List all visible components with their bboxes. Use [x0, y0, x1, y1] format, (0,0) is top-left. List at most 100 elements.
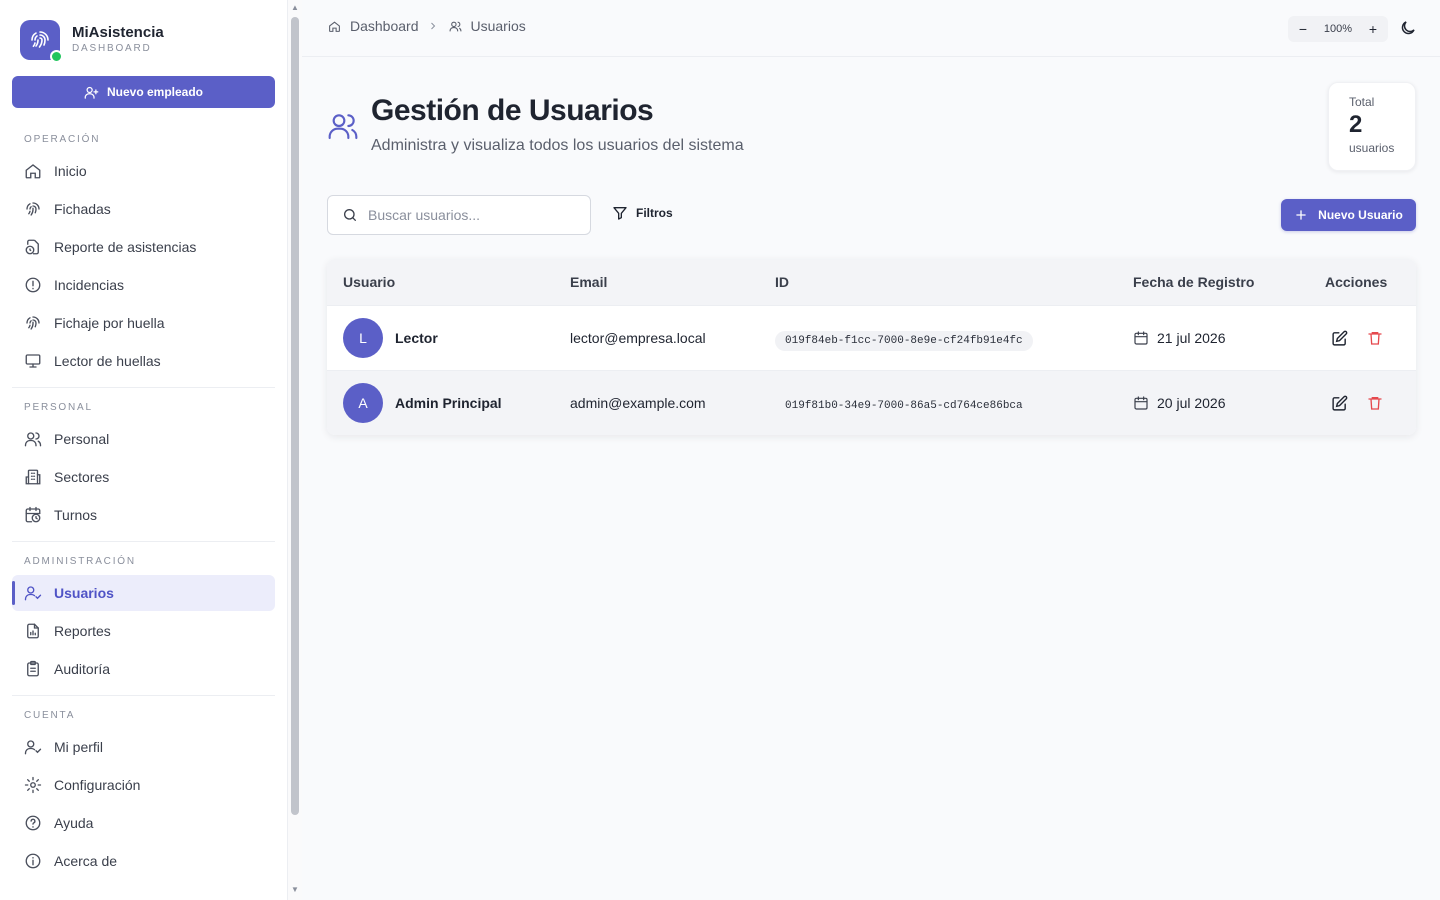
- plus-icon: [1296, 210, 1306, 220]
- calendar-clock-icon: [24, 506, 42, 524]
- new-employee-button[interactable]: Nuevo empleado: [12, 76, 275, 108]
- brand-name: MiAsistencia: [72, 24, 164, 41]
- sidebar-item-label: Turnos: [54, 507, 98, 523]
- sidebar-item-label: Fichaje por huella: [54, 315, 165, 331]
- brand-subtitle: DASHBOARD: [72, 43, 152, 54]
- fingerprint-icon: [24, 314, 42, 332]
- sidebar-item-label: Reporte de asistencias: [54, 239, 197, 255]
- edit-icon: [1331, 395, 1347, 411]
- table-row[interactable]: A Admin Principal admin@example.com 019f…: [327, 370, 1416, 435]
- moon-icon: [1401, 21, 1415, 35]
- sidebar-item-reportes[interactable]: Reportes: [12, 613, 275, 649]
- sidebar-item-auditoria[interactable]: Auditoría: [12, 651, 275, 687]
- sidebar-item-mi-perfil[interactable]: Mi perfil: [12, 729, 275, 765]
- building-icon: [24, 468, 42, 486]
- users-icon: [449, 19, 463, 33]
- breadcrumb-usuarios: Usuarios: [470, 18, 526, 34]
- sidebar-item-sectores[interactable]: Sectores: [12, 459, 275, 495]
- sidebar-item-personal[interactable]: Personal: [12, 421, 275, 457]
- delete-button[interactable]: [1365, 393, 1385, 413]
- new-user-label: Nuevo Usuario: [1318, 208, 1403, 222]
- sidebar-item-lector-huellas[interactable]: Lector de huellas: [12, 343, 275, 379]
- trash-icon: [1368, 332, 1382, 345]
- column-header-usuario: Usuario: [343, 274, 396, 290]
- search-input[interactable]: [368, 207, 568, 223]
- sidebar-item-label: Ayuda: [54, 815, 94, 831]
- chevron-right-icon: [427, 19, 441, 33]
- sidebar-scrollbar-thumb[interactable]: [291, 17, 299, 815]
- edit-button[interactable]: [1329, 393, 1349, 413]
- scroll-up-arrow-icon[interactable]: ▲: [290, 4, 300, 12]
- sidebar-item-label: Inicio: [54, 163, 87, 179]
- user-name: Lector: [395, 330, 438, 346]
- sidebar-item-fichaje-huella[interactable]: Fichaje por huella: [12, 305, 275, 341]
- trash-icon: [1368, 397, 1382, 410]
- user-id: 019f84eb-f1cc-7000-8e9e-cf24fb91e4fc: [775, 330, 1033, 351]
- sidebar-item-label: Lector de huellas: [54, 353, 161, 369]
- sidebar-item-usuarios[interactable]: Usuarios: [12, 575, 275, 611]
- file-chart-icon: [24, 622, 42, 640]
- fingerprint-logo-icon: [20, 20, 63, 63]
- users-icon: [327, 110, 359, 142]
- home-icon: [24, 162, 42, 180]
- column-header-email: Email: [570, 274, 608, 290]
- new-user-button[interactable]: Nuevo Usuario: [1281, 199, 1416, 231]
- zoom-out-button[interactable]: −: [1296, 21, 1310, 37]
- calendar-icon: [1134, 396, 1148, 410]
- monitor-icon: [24, 352, 42, 370]
- sidebar-item-inicio[interactable]: Inicio: [12, 153, 275, 189]
- table-row[interactable]: L Lector lector@empresa.local 019f84eb-f…: [327, 305, 1416, 370]
- sidebar-item-turnos[interactable]: Turnos: [12, 497, 275, 533]
- info-icon: [24, 852, 42, 870]
- topbar: Dashboard Usuarios − 100% +: [302, 0, 1440, 57]
- column-header-acciones: Acciones: [1325, 274, 1388, 290]
- user-date: 20 jul 2026: [1157, 395, 1226, 411]
- edit-button[interactable]: [1329, 328, 1349, 348]
- file-clock-icon: [24, 238, 42, 256]
- sidebar-item-fichadas[interactable]: Fichadas: [12, 191, 275, 227]
- sidebar-item-label: Reportes: [54, 623, 111, 639]
- calendar-icon: [1134, 331, 1148, 345]
- theme-toggle-button[interactable]: [1398, 18, 1418, 38]
- breadcrumb: Dashboard Usuarios: [328, 18, 526, 34]
- sidebar-item-label: Acerca de: [54, 853, 118, 869]
- users-table: Usuario Email ID Fecha de Registro Accio…: [327, 259, 1416, 435]
- sidebar-item-acerca-de[interactable]: Acerca de: [12, 843, 275, 879]
- sidebar-item-ayuda[interactable]: Ayuda: [12, 805, 275, 841]
- filters-label: Filtros: [636, 206, 673, 220]
- user-email: lector@empresa.local: [570, 330, 706, 346]
- delete-button[interactable]: [1365, 328, 1385, 348]
- brand[interactable]: MiAsistencia DASHBOARD: [20, 20, 164, 63]
- user-date: 21 jul 2026: [1157, 330, 1226, 346]
- table-header: Usuario Email ID Fecha de Registro Accio…: [327, 259, 1416, 305]
- page-subtitle: Administra y visualiza todos los usuario…: [371, 137, 744, 154]
- sidebar-divider: [12, 541, 275, 542]
- section-title-administracion: ADMINISTRACIÓN: [24, 556, 136, 567]
- zoom-level: 100%: [1323, 23, 1353, 35]
- new-employee-label: Nuevo empleado: [106, 85, 204, 99]
- edit-icon: [1331, 330, 1347, 346]
- scroll-down-arrow-icon[interactable]: ▼: [290, 886, 300, 894]
- breadcrumb-dashboard[interactable]: Dashboard: [350, 18, 419, 34]
- user-id: 019f81b0-34e9-7000-86a5-cd764ce86bca: [775, 395, 1033, 416]
- filters-button[interactable]: Filtros: [612, 205, 673, 221]
- sidebar-item-label: Sectores: [54, 469, 110, 485]
- column-header-fecha: Fecha de Registro: [1133, 274, 1255, 290]
- column-header-id: ID: [775, 274, 789, 290]
- sidebar-item-incidencias[interactable]: Incidencias: [12, 267, 275, 303]
- help-circle-icon: [24, 814, 42, 832]
- users-icon: [24, 430, 42, 448]
- home-icon: [328, 19, 342, 33]
- sidebar-item-reporte-asistencias[interactable]: Reporte de asistencias: [12, 229, 275, 265]
- zoom-in-button[interactable]: +: [1366, 21, 1380, 37]
- sidebar-item-configuracion[interactable]: Configuración: [12, 767, 275, 803]
- sidebar-item-label: Incidencias: [54, 277, 125, 293]
- user-plus-icon: [84, 86, 99, 99]
- total-unit: usuarios: [1349, 141, 1395, 155]
- sidebar-item-label: Fichadas: [54, 201, 111, 217]
- sidebar-item-label: Personal: [54, 431, 110, 447]
- avatar: A: [343, 383, 383, 423]
- section-title-operacion: OPERACIÓN: [24, 134, 101, 145]
- section-title-cuenta: CUENTA: [24, 710, 76, 721]
- user-check-icon: [24, 584, 42, 602]
